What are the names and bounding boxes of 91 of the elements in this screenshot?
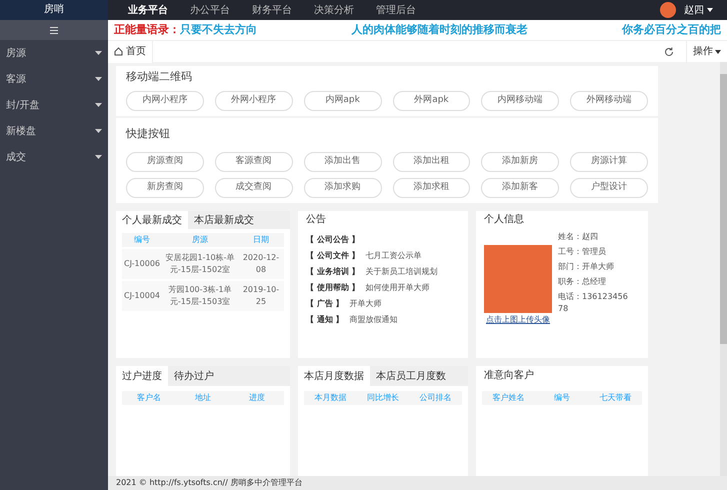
shortcut-button[interactable]: 外网移动端 [570, 90, 648, 110]
shortcut-button[interactable]: 添加求购 [304, 178, 382, 198]
sidebar-item[interactable]: 房源 [0, 40, 108, 66]
column-header: 公司排名 [418, 392, 453, 404]
shortcut-button[interactable]: 添加新客 [481, 178, 560, 198]
notice-tag[interactable]: 【 业务培训 】 [306, 266, 360, 278]
shortcut-button[interactable]: 户型设计 [570, 178, 648, 198]
notice-tag[interactable]: 【 公司公告 】 [306, 234, 360, 246]
motto-text: 你务必百分之百的把 [622, 22, 721, 38]
motto-text: 只要不失去方向 [180, 22, 257, 38]
shortcut-button[interactable]: 内网移动端 [481, 90, 560, 110]
card-tab[interactable]: 过户进度 [116, 366, 168, 386]
profile-field: 电话：13612345678 [558, 291, 628, 315]
shortcut-button[interactable]: 添加出租 [392, 152, 470, 172]
logo: 房哨 [0, 0, 108, 20]
column-header: 进度 [248, 392, 266, 404]
nav-item[interactable]: 办公平台 [190, 2, 230, 18]
table-cell-text: 芳园100-3栋-1单元-15层-1503室 [167, 284, 233, 308]
shortcut-button[interactable]: 添加出售 [304, 152, 382, 172]
table-cell-text: CJ-10006 [123, 258, 161, 270]
shortcut-button[interactable]: 内网小程序 [126, 90, 204, 110]
shortcut-button[interactable]: 成交查阅 [214, 178, 293, 198]
notice-link[interactable]: 七月工资公示单 [366, 250, 422, 262]
caret-icon [95, 51, 102, 55]
page-tab[interactable]: 首页 [108, 40, 153, 62]
table-cell-text: 2020-12-08 [242, 252, 280, 276]
user-menu[interactable]: 赵四 [684, 2, 704, 18]
column-header: 客户名 [136, 392, 162, 404]
profile-field: 职务：总经理 [558, 276, 628, 288]
profile-field: 姓名：赵四 [558, 231, 628, 243]
notice-link[interactable]: 如何使用开单大师 [366, 282, 430, 294]
column-header: 日期 [252, 234, 270, 246]
shortcut-button[interactable]: 外网小程序 [214, 90, 293, 110]
scrollbar[interactable] [720, 62, 727, 476]
nav-item[interactable]: 业务平台 [128, 2, 168, 18]
sidebar-item[interactable]: 客源 [0, 66, 108, 92]
card-tab[interactable]: 个人最新成交 [116, 211, 188, 229]
motto-label: 正能量语录： [114, 22, 180, 38]
nav-item[interactable]: 决策分析 [314, 2, 354, 18]
column-header: 七天带看 [598, 392, 632, 404]
caret-icon [95, 103, 102, 107]
shortcut-button[interactable]: 内网apk [304, 90, 382, 110]
upload-link[interactable]: 点击上图上传头像 [486, 314, 550, 326]
caret-icon [715, 50, 721, 54]
column-header: 同比增长 [366, 392, 400, 404]
table-cell-text: CJ-10004 [123, 290, 161, 302]
column-header: 客户姓名 [492, 392, 526, 404]
menu-icon[interactable] [50, 26, 58, 34]
sidebar-item[interactable]: 新楼盘 [0, 118, 108, 144]
card-title: 公告 [306, 212, 327, 227]
shortcut-button[interactable]: 添加新房 [481, 152, 560, 172]
table-cell-text: 安居花园1-10栋-单元-15层-1502室 [164, 252, 236, 276]
shortcut-button[interactable]: 房源查阅 [126, 152, 204, 172]
column-header: 房源 [191, 234, 209, 246]
column-header: 地址 [194, 392, 212, 404]
nav-item[interactable]: 管理后台 [376, 2, 416, 18]
column-header: 编号 [552, 392, 571, 404]
caret-icon [95, 155, 102, 159]
notice-link[interactable]: 关于新员工培训规划 [366, 266, 438, 278]
refresh-icon[interactable] [664, 46, 674, 56]
column-header: 本月数据 [313, 392, 348, 404]
footer-text: 2021 © http://fs.ytsofts.cn// 房哨多中介管理平台 [108, 476, 727, 490]
shortcut-button[interactable]: 外网apk [392, 90, 470, 110]
nav-item[interactable]: 财务平台 [252, 2, 292, 18]
home-icon [114, 47, 123, 56]
sidebar-item[interactable]: 封/开盘 [0, 92, 108, 118]
profile-field: 工号：管理员 [558, 246, 628, 258]
profile-field: 部门：开单大师 [558, 261, 628, 273]
notice-tag[interactable]: 【 广告 】 [306, 298, 344, 310]
section-title: 移动端二维码 [126, 69, 193, 85]
shortcut-button[interactable]: 添加求租 [392, 178, 470, 198]
card-title: 准意向客户 [483, 368, 535, 383]
card-tab[interactable]: 本店月度数据 [298, 366, 370, 386]
motto-text: 人的肉体能够随着时刻的推移而衰老 [352, 22, 528, 38]
notice-link[interactable]: 商盟放假通知 [350, 314, 398, 326]
card-title: 个人信息 [484, 212, 525, 227]
caret-icon [707, 8, 713, 12]
notice-link[interactable]: 开单大师 [350, 298, 382, 310]
shortcut-button[interactable]: 房源计算 [570, 152, 648, 172]
section-title: 快捷按钮 [126, 126, 171, 142]
notice-tag[interactable]: 【 公司文件 】 [306, 250, 360, 262]
shortcut-button[interactable]: 客源查阅 [214, 152, 293, 172]
shortcut-button[interactable]: 新房查阅 [126, 178, 204, 198]
avatar-icon [660, 2, 676, 18]
caret-icon [95, 77, 102, 81]
caret-icon [95, 129, 102, 133]
notice-tag[interactable]: 【 使用帮助 】 [306, 282, 360, 294]
notice-tag[interactable]: 【 通知 】 [306, 314, 344, 326]
table-cell-text: 2019-10-25 [242, 284, 280, 308]
sidebar-item[interactable]: 成交 [0, 144, 108, 170]
column-header: 编号 [133, 234, 151, 246]
